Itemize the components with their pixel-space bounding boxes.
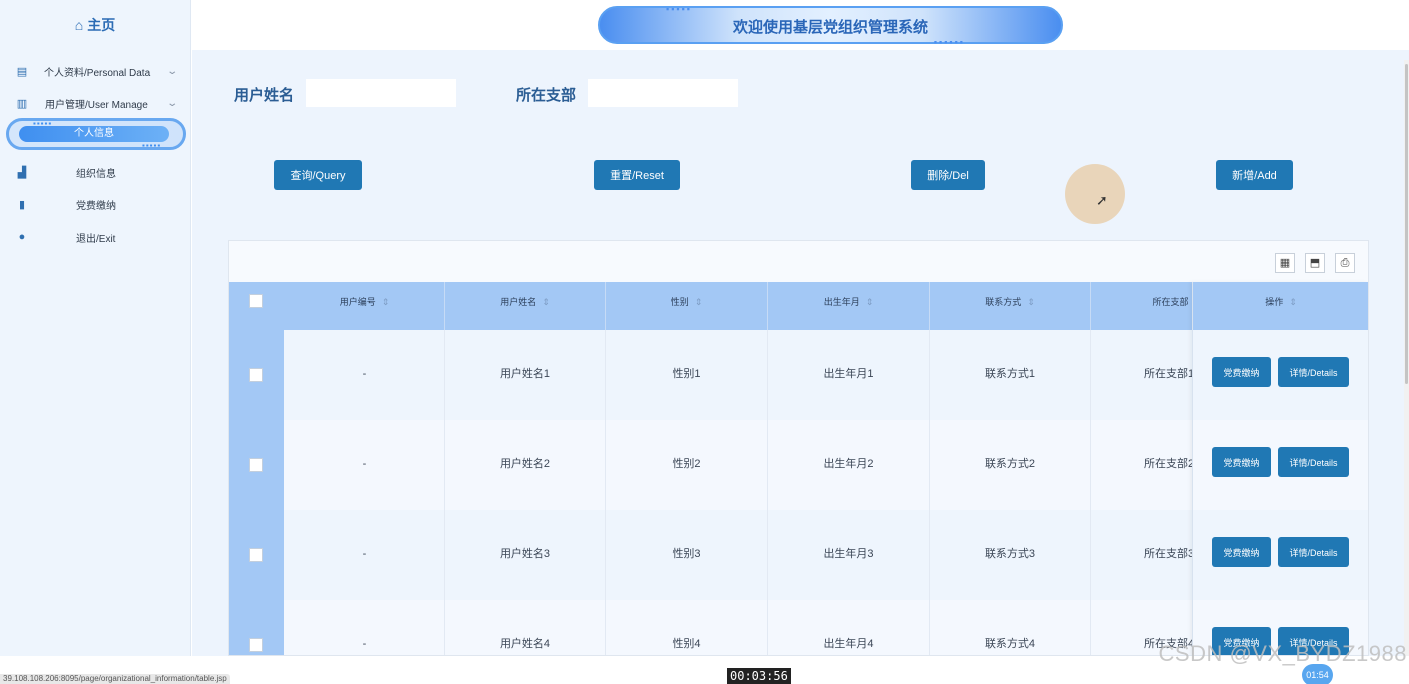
sidebar: ⌂ 主页 ▤ 个人资料/Personal Data ⌄ ▥ 用户管理/User …: [0, 0, 191, 656]
column-header-user-id[interactable]: 用户编号 ⇕: [285, 282, 445, 330]
details-button[interactable]: 详情/Details: [1278, 537, 1349, 567]
pay-dues-button[interactable]: 党费缴纳: [1212, 447, 1271, 477]
column-header-contact[interactable]: 联系方式 ⇕: [930, 282, 1091, 330]
home-icon: ⌂: [74, 17, 84, 33]
actions-row: 党费缴纳 详情/Details: [1193, 510, 1368, 600]
status-url: 39.108.108.206:8095/page/organizational_…: [0, 674, 230, 684]
column-header-gender[interactable]: 性别 ⇕: [606, 282, 768, 330]
page-title: 欢迎使用基层党组织管理系统: [732, 19, 928, 36]
sort-icon: ⇕: [542, 297, 550, 307]
pay-dues-button[interactable]: 党费缴纳: [1212, 357, 1271, 387]
cell-birth: 出生年月2: [768, 420, 930, 510]
bar-chart-icon: ▟: [17, 166, 27, 179]
branch-input[interactable]: [588, 79, 738, 107]
sidebar-home-label: 主页: [87, 17, 116, 33]
details-button[interactable]: 详情/Details: [1278, 357, 1349, 387]
cell-user-id: -: [285, 420, 445, 510]
cell-user-name: 用户姓名4: [445, 600, 606, 655]
document-icon: ▤: [16, 65, 28, 78]
cell-user-id: -: [285, 510, 445, 600]
sidebar-item-personal-data[interactable]: ▤ 个人资料/Personal Data ⌄: [0, 58, 191, 84]
actions-row: 党费缴纳 详情/Details: [1193, 330, 1368, 420]
username-input[interactable]: [306, 79, 456, 107]
column-header-user-name[interactable]: 用户姓名 ⇕: [445, 282, 606, 330]
reset-button[interactable]: 重置/Reset: [594, 160, 680, 190]
main-content: 用户姓名 所在支部 查询/Query 重置/Reset 删除/Del ➚ 新增/…: [192, 50, 1409, 656]
actions-column: 操作 ⇕ 党费缴纳 详情/Details 党费缴纳 详情/Details 党费缴纳…: [1192, 282, 1368, 655]
column-header-actions[interactable]: 操作 ⇕: [1193, 282, 1368, 330]
sort-icon: ⇕: [381, 297, 390, 307]
branch-label: 所在支部: [516, 87, 577, 104]
sort-icon: ⇕: [694, 297, 703, 307]
cell-contact: 联系方式1: [930, 330, 1091, 420]
pay-dues-button[interactable]: 党费缴纳: [1212, 537, 1271, 567]
export-icon[interactable]: ⬒: [1305, 253, 1325, 273]
time-bubble: 01:54: [1302, 664, 1333, 684]
sort-icon: ⇕: [1289, 297, 1297, 307]
cell-birth: 出生年月4: [768, 600, 930, 655]
row-checkbox[interactable]: [249, 548, 263, 562]
decor-dots: ▪▪▪▪▪: [142, 141, 162, 150]
sidebar-item-exit[interactable]: ● 退出/Exit: [0, 224, 191, 250]
sidebar-item-label: 用户管理/User Manage: [45, 99, 148, 111]
scrollbar-thumb[interactable]: [1405, 64, 1408, 384]
sort-icon: ⇕: [1027, 297, 1035, 307]
cell-gender: 性别4: [606, 600, 768, 655]
cell-user-name: 用户姓名3: [445, 510, 606, 600]
column-header-birth[interactable]: 出生年月 ⇕: [768, 282, 930, 330]
row-checkbox[interactable]: [249, 368, 263, 382]
data-table: ▦ ⬒ ⎙ 用户编号 ⇕ 用户姓名 ⇕ 性别 ⇕ 出生年月 ⇕ 联系方式 ⇕ 所在支部 -…: [228, 240, 1369, 656]
video-timer: 00:03:56: [727, 668, 791, 684]
cursor-highlight: [1065, 164, 1125, 224]
sidebar-item-label: 组织信息: [76, 168, 116, 180]
chevron-down-icon: ⌄: [166, 65, 179, 77]
sidebar-item-personal-info[interactable]: ▪▪▪▪▪ 个人信息 ▪▪▪▪▪: [6, 118, 186, 150]
exit-icon: ●: [18, 231, 26, 243]
sidebar-item-label: 退出/Exit: [76, 233, 116, 245]
cell-gender: 性别1: [606, 330, 768, 420]
sidebar-item-label: 党费缴纳: [76, 200, 116, 212]
sidebar-item-label: 个人资料/Personal Data: [44, 67, 151, 79]
sidebar-item-label: 个人信息: [19, 126, 169, 142]
cell-user-id: -: [285, 330, 445, 420]
cell-gender: 性别3: [606, 510, 768, 600]
mouse-cursor-icon: ➚: [1096, 192, 1108, 208]
bookmark-icon: ▮: [18, 198, 26, 211]
add-button[interactable]: 新增/Add: [1216, 160, 1293, 190]
decor-dots: ▪▪▪▪▪▪: [933, 37, 965, 47]
select-all-checkbox[interactable]: [249, 294, 263, 308]
cell-user-name: 用户姓名2: [445, 420, 606, 510]
cell-gender: 性别2: [606, 420, 768, 510]
username-label: 用户姓名: [234, 87, 295, 104]
sidebar-item-user-manage[interactable]: ▥ 用户管理/User Manage ⌄: [0, 90, 191, 116]
checkbox-column: [229, 282, 284, 655]
cell-birth: 出生年月1: [768, 330, 930, 420]
decor-dots: ▪▪▪▪▪: [666, 4, 692, 14]
clipboard-icon: ▥: [16, 97, 28, 110]
cell-user-name: 用户姓名1: [445, 330, 606, 420]
columns-icon[interactable]: ▦: [1275, 253, 1295, 273]
cell-contact: 联系方式2: [930, 420, 1091, 510]
sort-icon: ⇕: [865, 297, 874, 307]
delete-button[interactable]: 删除/Del: [911, 160, 985, 190]
sidebar-item-party-dues[interactable]: ▮ 党费缴纳: [0, 191, 191, 217]
actions-row: 党费缴纳 详情/Details: [1193, 420, 1368, 510]
cell-birth: 出生年月3: [768, 510, 930, 600]
cell-contact: 联系方式4: [930, 600, 1091, 655]
print-icon[interactable]: ⎙: [1335, 253, 1355, 273]
cell-user-id: -: [285, 600, 445, 655]
sidebar-home[interactable]: ⌂ 主页: [0, 0, 190, 50]
row-checkbox[interactable]: [249, 458, 263, 472]
header: ▪▪▪▪▪ 欢迎使用基层党组织管理系统 ▪▪▪▪▪▪: [192, 0, 1409, 50]
details-button[interactable]: 详情/Details: [1278, 447, 1349, 477]
cell-contact: 联系方式3: [930, 510, 1091, 600]
title-banner: ▪▪▪▪▪ 欢迎使用基层党组织管理系统 ▪▪▪▪▪▪: [598, 4, 1063, 47]
row-checkbox[interactable]: [249, 638, 263, 652]
sidebar-item-org-info[interactable]: ▟ 组织信息: [0, 159, 191, 185]
watermark: CSDN @VX_BYDZ1988: [1158, 641, 1407, 666]
chevron-down-icon: ⌄: [166, 97, 179, 109]
query-button[interactable]: 查询/Query: [274, 160, 362, 190]
